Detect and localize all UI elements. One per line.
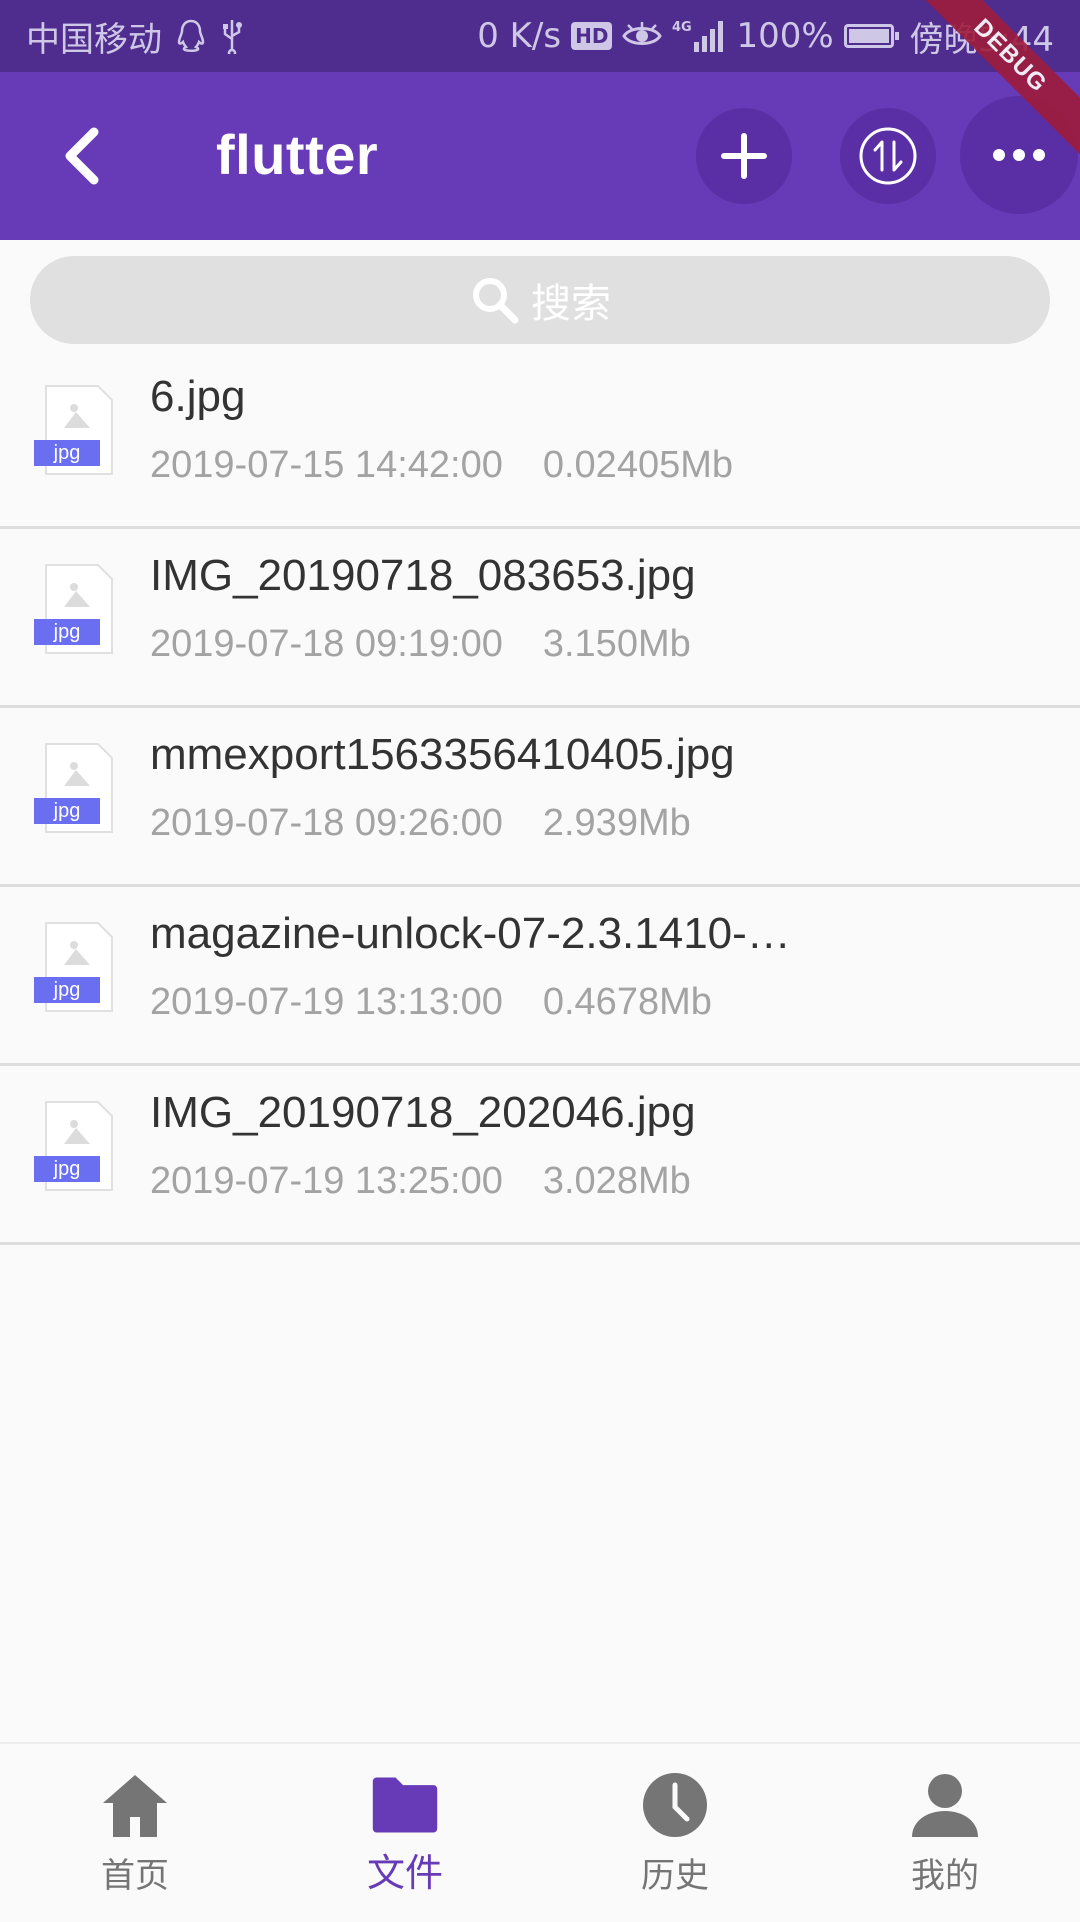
file-list: jpg 6.jpg 2019-07-15 14:42:00 0.02405Mb j… xyxy=(0,350,1080,1245)
nav-item-home[interactable]: 首页 xyxy=(0,1744,270,1922)
file-date: 2019-07-19 13:13:00 xyxy=(150,981,503,1023)
network-type-label: 4G xyxy=(672,20,692,35)
file-date: 2019-07-18 09:26:00 xyxy=(150,802,503,844)
file-name: IMG_20190718_083653.jpg xyxy=(150,551,696,600)
file-type-badge: jpg xyxy=(53,621,81,643)
file-size: 3.150Mb xyxy=(542,623,691,665)
file-list-item[interactable]: jpg 6.jpg 2019-07-15 14:42:00 0.02405Mb xyxy=(0,350,1080,529)
nav-label: 历史 xyxy=(641,1856,709,1896)
search-placeholder: 搜索 xyxy=(531,281,611,327)
file-list-item[interactable]: jpg magazine-unlock-07-2.3.1410-… 2019-0… xyxy=(0,887,1080,1066)
file-list-item[interactable]: jpg IMG_20190718_202046.jpg 2019-07-19 1… xyxy=(0,1066,1080,1245)
file-size: 2.939Mb xyxy=(542,802,691,844)
clock-icon xyxy=(643,1773,707,1837)
nav-label: 文件 xyxy=(366,1851,443,1895)
battery-icon xyxy=(843,24,899,48)
file-type-badge: jpg xyxy=(53,442,81,464)
file-name: 6.jpg xyxy=(150,372,246,421)
file-meta: 2019-07-19 13:13:00 0.4678Mb xyxy=(150,981,712,1024)
page-title: flutter xyxy=(216,123,379,186)
nav-item-files[interactable]: 文件 xyxy=(270,1744,540,1922)
jpg-file-icon: jpg xyxy=(34,385,113,475)
eye-icon xyxy=(622,21,663,51)
file-name: magazine-unlock-07-2.3.1410-… xyxy=(150,909,791,958)
back-arrow-icon xyxy=(65,127,99,185)
qq-notification-icon xyxy=(176,19,206,53)
file-type-badge: jpg xyxy=(53,800,81,822)
more-horizontal-icon xyxy=(993,149,1045,161)
file-size: 3.028Mb xyxy=(542,1160,691,1202)
jpg-file-icon: jpg xyxy=(34,743,113,833)
file-list-item[interactable]: jpg mmexport1563356410405.jpg 2019-07-18… xyxy=(0,708,1080,887)
battery-percent: 100% xyxy=(736,16,834,56)
jpg-file-icon: jpg xyxy=(34,1101,113,1191)
nav-item-history[interactable]: 历史 xyxy=(540,1744,810,1922)
net-speed-label: 0 K/s xyxy=(477,16,562,56)
status-bar: 中国移动 0 K/s HD 4G 100% 傍晚5:44 xyxy=(0,0,1080,72)
file-name: mmexport1563356410405.jpg xyxy=(150,730,735,779)
carrier-label: 中国移动 xyxy=(26,19,162,60)
file-meta: 2019-07-19 13:25:00 3.028Mb xyxy=(150,1160,691,1203)
app-bar: flutter xyxy=(0,72,1080,240)
home-icon xyxy=(103,1775,167,1837)
file-size: 0.02405Mb xyxy=(542,444,734,486)
search-icon xyxy=(473,278,519,324)
sort-button[interactable] xyxy=(840,108,936,204)
back-button[interactable] xyxy=(50,118,120,194)
file-date: 2019-07-15 14:42:00 xyxy=(150,444,503,486)
file-date: 2019-07-19 13:25:00 xyxy=(150,1160,503,1202)
plus-icon xyxy=(721,133,767,179)
file-list-item[interactable]: jpg IMG_20190718_083653.jpg 2019-07-18 0… xyxy=(0,529,1080,708)
jpg-file-icon: jpg xyxy=(34,564,113,654)
bottom-navigation: 首页 文件 历史 我的 xyxy=(0,1742,1080,1922)
file-size: 0.4678Mb xyxy=(542,981,712,1023)
add-button[interactable] xyxy=(696,108,792,204)
nav-label: 我的 xyxy=(911,1856,979,1896)
hd-badge: HD xyxy=(571,22,613,50)
person-icon xyxy=(912,1774,978,1837)
jpg-file-icon: jpg xyxy=(34,922,113,1012)
usb-icon xyxy=(220,18,244,54)
file-meta: 2019-07-18 09:26:00 2.939Mb xyxy=(150,802,691,845)
nav-item-profile[interactable]: 我的 xyxy=(810,1744,1080,1922)
folder-icon xyxy=(372,1777,438,1833)
file-type-badge: jpg xyxy=(53,1158,81,1180)
file-meta: 2019-07-18 09:19:00 3.150Mb xyxy=(150,623,691,666)
file-name: IMG_20190718_202046.jpg xyxy=(150,1088,696,1137)
signal-icon: 4G xyxy=(672,18,726,54)
file-type-badge: jpg xyxy=(53,979,81,1001)
file-date: 2019-07-18 09:19:00 xyxy=(150,623,503,665)
file-meta: 2019-07-15 14:42:00 0.02405Mb xyxy=(150,444,733,487)
search-input[interactable]: 搜索 xyxy=(30,256,1050,344)
sort-icon xyxy=(859,127,917,185)
nav-label: 首页 xyxy=(101,1856,169,1896)
